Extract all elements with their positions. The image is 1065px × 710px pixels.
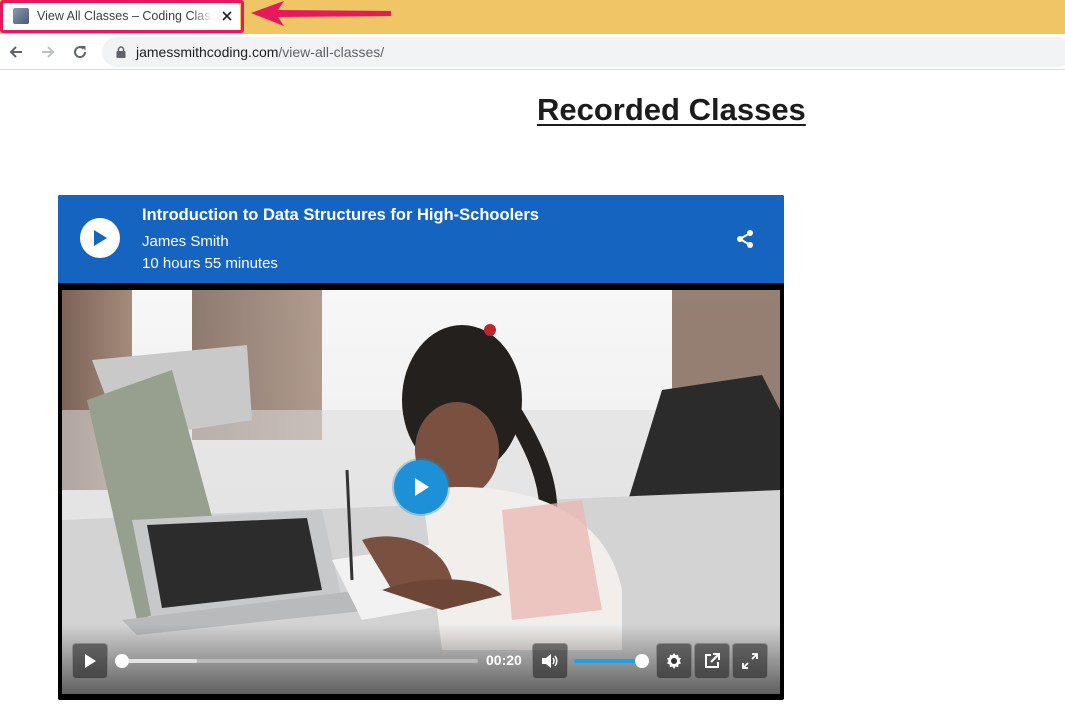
- annotation-arrow-icon: [251, 1, 391, 26]
- volume-icon: [542, 654, 558, 668]
- play-icon: [94, 230, 107, 246]
- site-favicon-icon: [13, 8, 29, 24]
- video-player: Introduction to Data Structures for High…: [58, 195, 784, 700]
- mute-button[interactable]: [532, 643, 568, 679]
- fullscreen-button[interactable]: [732, 643, 768, 679]
- tab-close-icon[interactable]: [219, 8, 235, 24]
- video-author: James Smith: [142, 233, 229, 250]
- url-host: jamessmithcoding.com: [136, 44, 279, 60]
- browser-tab[interactable]: View All Classes – Coding Classes: [3, 2, 240, 30]
- lock-icon[interactable]: [114, 45, 128, 59]
- share-icon[interactable]: [735, 229, 755, 249]
- fullscreen-icon: [742, 653, 758, 669]
- page-title: Recorded Classes: [537, 92, 806, 127]
- seek-bar[interactable]: [115, 654, 478, 668]
- seek-handle[interactable]: [115, 654, 129, 668]
- volume-handle[interactable]: [635, 654, 649, 668]
- header-play-button[interactable]: [80, 218, 120, 258]
- forward-arrow-icon[interactable]: [36, 40, 60, 64]
- browser-toolbar: jamessmithcoding.com/view-all-classes/: [0, 34, 1065, 70]
- play-icon: [415, 478, 429, 496]
- url-path: /view-all-classes/: [278, 44, 385, 60]
- tab-strip: View All Classes – Coding Classes: [0, 0, 1065, 34]
- tab-title: View All Classes – Coding Classes: [37, 9, 213, 23]
- buffered-range: [122, 659, 197, 663]
- video-frame[interactable]: 00:20: [62, 290, 780, 694]
- popout-button[interactable]: [694, 643, 730, 679]
- play-button[interactable]: [72, 643, 108, 679]
- current-time: 00:20: [486, 652, 522, 668]
- video-duration: 10 hours 55 minutes: [142, 255, 278, 272]
- reload-icon[interactable]: [68, 40, 92, 64]
- video-title[interactable]: Introduction to Data Structures for High…: [142, 206, 539, 225]
- player-header: Introduction to Data Structures for High…: [58, 195, 784, 283]
- address-bar[interactable]: jamessmithcoding.com/view-all-classes/: [102, 37, 1065, 67]
- play-icon: [85, 654, 96, 668]
- back-arrow-icon[interactable]: [4, 40, 28, 64]
- volume-slider[interactable]: [574, 654, 649, 668]
- settings-icon: [667, 653, 681, 669]
- popout-icon: [705, 653, 720, 668]
- volume-level: [574, 659, 642, 663]
- settings-button[interactable]: [656, 643, 692, 679]
- center-play-button[interactable]: [394, 460, 448, 514]
